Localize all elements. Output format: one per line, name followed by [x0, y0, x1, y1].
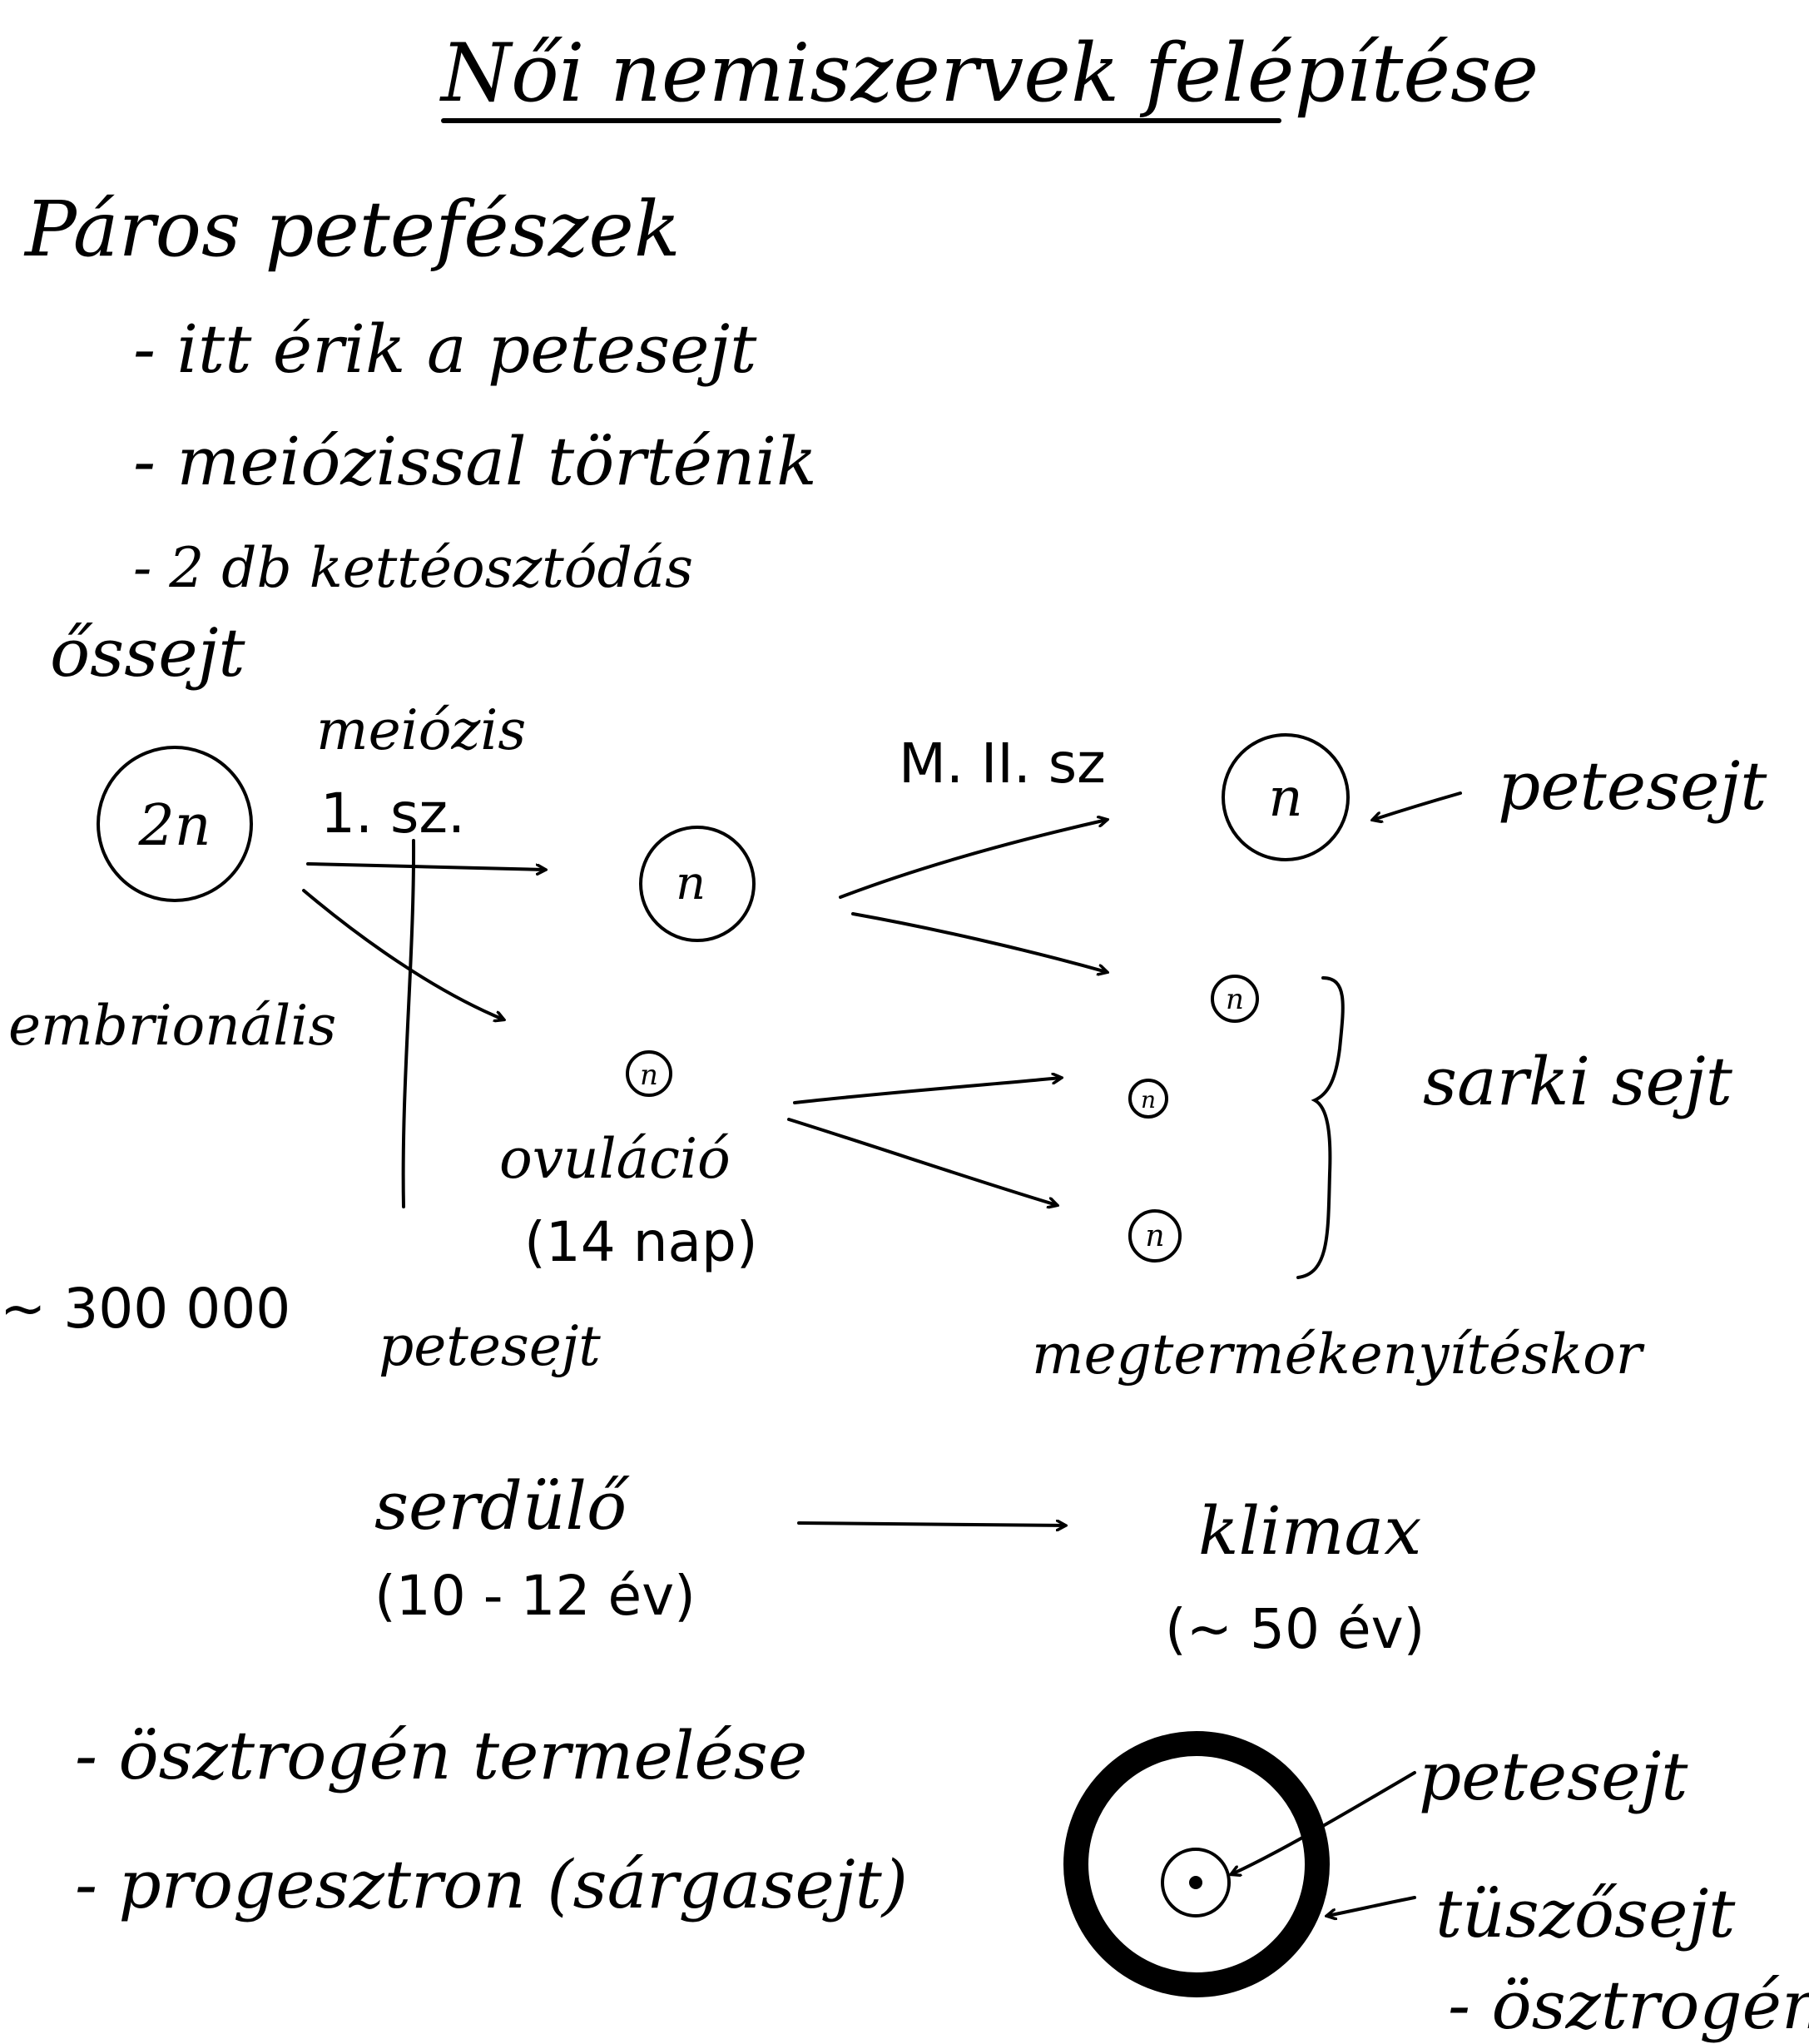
timeline-arrow [797, 1523, 1065, 1526]
arrow [793, 1078, 1061, 1104]
arrow [306, 862, 545, 870]
diploid-cell-label: 2n [137, 793, 211, 859]
arrow [851, 912, 1107, 972]
follicle-drawing [1063, 1731, 1416, 1997]
arrow [1327, 1896, 1416, 1916]
arrow [839, 820, 1107, 899]
egg-cell-n-label: n [1268, 767, 1302, 829]
divider-line [401, 839, 416, 1208]
polar-body-label-n: n [1226, 983, 1244, 1016]
polar-body-label-n: n [1141, 1086, 1156, 1114]
follicle-nucleus [1189, 1876, 1202, 1889]
polar-body-label-n: n [1145, 1219, 1164, 1253]
arrow [302, 889, 503, 1020]
curly-brace [1296, 976, 1345, 1279]
arrow [787, 1118, 1057, 1205]
first-polar-body-label: n [640, 1059, 658, 1092]
haploid-cell-label: n [676, 856, 706, 910]
meiosis-diagram: 2n n n n n n n [97, 733, 1462, 1997]
follicle-outer-ring [1063, 1731, 1330, 1997]
arrow [1373, 791, 1462, 820]
